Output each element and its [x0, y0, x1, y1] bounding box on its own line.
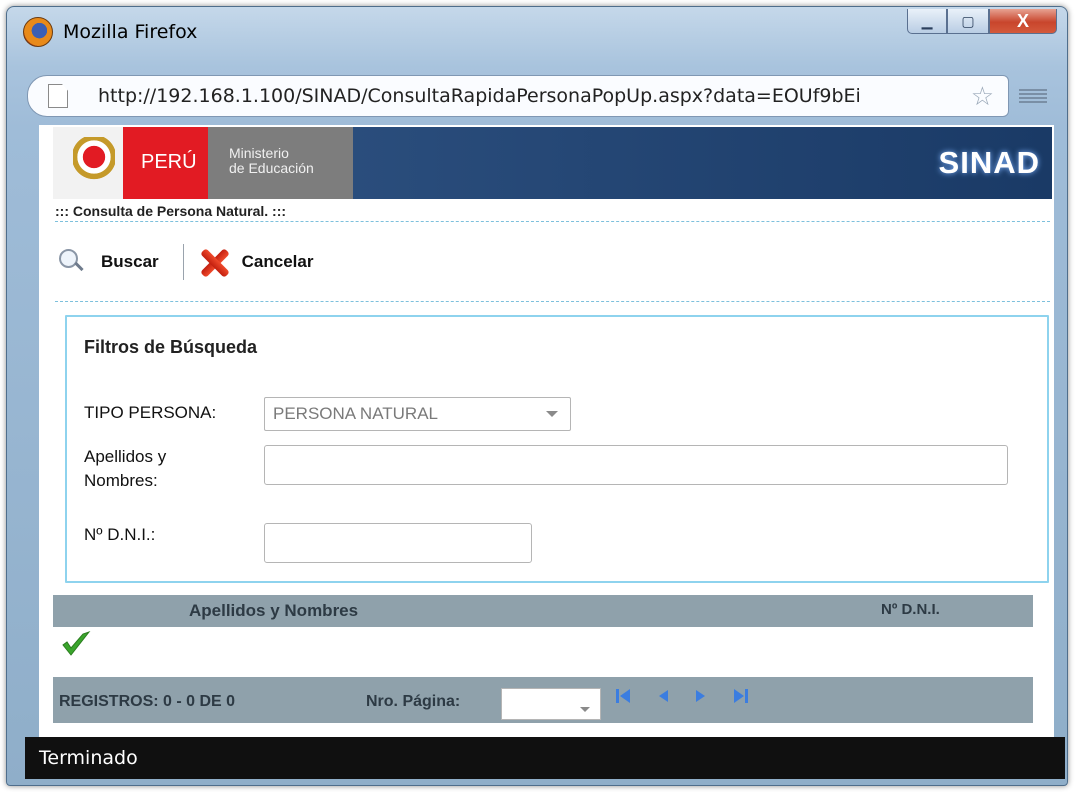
page-title: ::: Consulta de Persona Natural. ::: — [55, 203, 287, 219]
records-count: REGISTROS: 0 - 0 DE 0 — [59, 693, 236, 710]
status-text: Terminado — [39, 747, 138, 769]
column-header-nombres[interactable]: Apellidos y Nombres — [189, 601, 358, 621]
results-grid-header: Apellidos y Nombres Nº D.N.I. — [53, 595, 1033, 627]
ministry-label: Ministerio de Educación — [229, 146, 314, 176]
nombres-label-line1: Apellidos y — [84, 447, 167, 466]
address-bar[interactable]: http://192.168.1.100/SINAD/ConsultaRapid… — [27, 75, 1009, 117]
previous-page-icon[interactable] — [655, 687, 671, 705]
maximize-button[interactable]: ▢ — [947, 9, 989, 34]
header-banner: PERÚ Ministerio de Educación SINAD — [53, 127, 1052, 199]
divider — [55, 301, 1050, 302]
browser-window: Mozilla Firefox ▁ ▢ X http://192.168.1.1… — [6, 6, 1068, 786]
firefox-icon — [23, 17, 53, 47]
page-label: Nro. Página: — [366, 693, 461, 710]
select-check-icon[interactable] — [61, 629, 91, 659]
results-pager: REGISTROS: 0 - 0 DE 0 Nro. Página: — [53, 677, 1033, 723]
system-logo: SINAD — [938, 145, 1040, 180]
bookmark-star-icon[interactable]: ☆ — [971, 81, 994, 112]
search-icon — [59, 249, 85, 275]
dni-label: Nº D.N.I.: — [84, 525, 156, 544]
url-text[interactable]: http://192.168.1.100/SINAD/ConsultaRapid… — [98, 85, 861, 107]
nombres-label: Apellidos y Nombres: — [84, 445, 166, 493]
last-page-icon[interactable] — [733, 687, 749, 705]
divider — [55, 221, 1050, 222]
search-button-label: Buscar — [101, 252, 159, 271]
page-content: PERÚ Ministerio de Educación SINAD ::: C… — [39, 125, 1054, 741]
menu-icon[interactable] — [1019, 89, 1047, 103]
window-title: Mozilla Firefox — [63, 21, 198, 43]
next-page-icon[interactable] — [693, 687, 709, 705]
chevron-down-icon — [546, 411, 558, 417]
cancel-x-icon — [198, 246, 230, 278]
country-label: PERÚ — [141, 151, 197, 173]
close-button[interactable]: X — [989, 9, 1057, 34]
minimize-button[interactable]: ▁ — [907, 9, 947, 34]
cancel-button[interactable]: Cancelar — [198, 246, 314, 278]
filters-title: Filtros de Búsqueda — [84, 337, 258, 357]
tipo-persona-select[interactable]: PERSONA NATURAL — [264, 397, 571, 431]
page-icon — [48, 84, 68, 108]
close-icon: X — [1016, 10, 1029, 31]
maximize-icon: ▢ — [961, 12, 975, 29]
tipo-persona-label: TIPO PERSONA: — [84, 403, 217, 422]
coat-of-arms-icon — [73, 137, 115, 187]
status-bar: Terminado — [25, 737, 1065, 779]
window-controls: ▁ ▢ X — [907, 9, 1057, 34]
tipo-persona-value: PERSONA NATURAL — [273, 404, 439, 423]
column-header-dni[interactable]: Nº D.N.I. — [881, 601, 940, 618]
first-page-icon[interactable] — [615, 687, 631, 705]
minimize-icon: ▁ — [921, 12, 933, 29]
nombres-label-line2: Nombres: — [84, 471, 158, 490]
page-select[interactable] — [501, 688, 601, 720]
ministry-line1: Ministerio — [229, 145, 289, 161]
ministry-line2: de Educación — [229, 160, 314, 176]
cancel-button-label: Cancelar — [241, 252, 314, 271]
search-button[interactable]: Buscar — [59, 249, 159, 275]
toolbar-divider — [182, 244, 184, 280]
toolbar: Buscar Cancelar — [59, 243, 313, 281]
search-filters-panel: Filtros de Búsqueda TIPO PERSONA: PERSON… — [65, 315, 1049, 583]
dni-input[interactable] — [264, 523, 532, 563]
chevron-down-icon — [580, 707, 590, 712]
nombres-input[interactable] — [264, 445, 1008, 485]
